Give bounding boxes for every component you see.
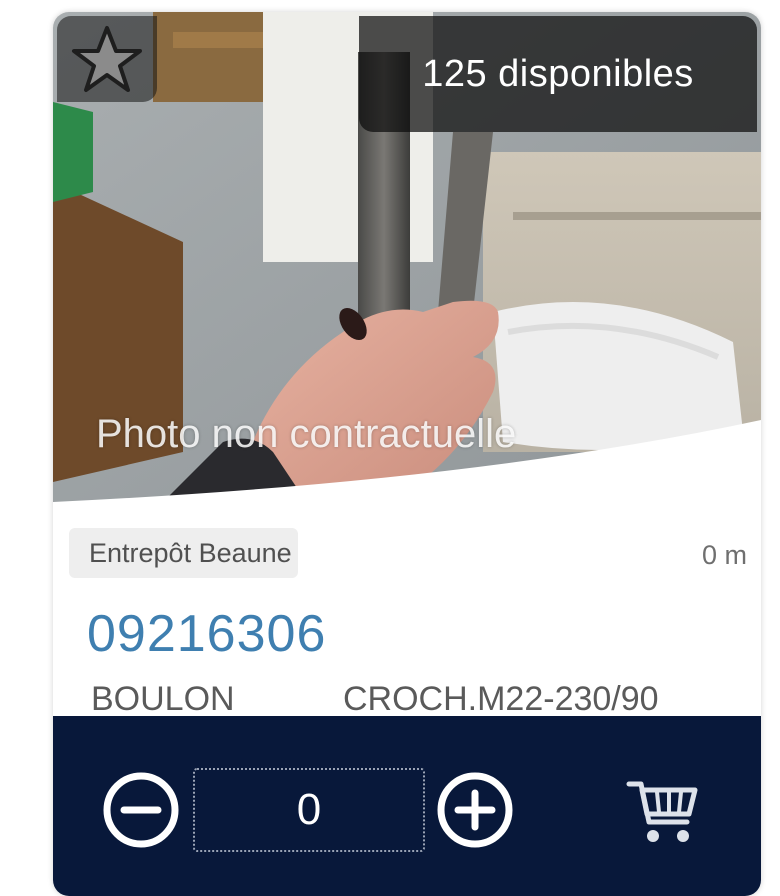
cart-action-bar: [53, 716, 761, 896]
distance-label: 0 m: [701, 540, 747, 570]
location-tag: Entrepôt Beaune: [69, 528, 298, 578]
product-photo[interactable]: 125 disponibles Photo non contractuelle: [53, 12, 761, 512]
product-description-type: BOULON: [91, 680, 235, 718]
star-icon: [72, 26, 142, 92]
stock-badge-label: 125 disponibles: [422, 52, 694, 95]
cart-icon: [626, 781, 698, 842]
decrease-quantity-button[interactable]: [101, 770, 181, 850]
product-info: Entrepôt Beaune 0 m 09216306 BOULON CROC…: [53, 512, 761, 718]
photo-disclaimer: Photo non contractuelle: [96, 412, 517, 456]
stock-badge: 125 disponibles: [359, 16, 757, 132]
minus-circle-icon: [103, 772, 179, 848]
product-description-spec: CROCH.M22-230/90: [343, 680, 659, 718]
product-card: 125 disponibles Photo non contractuelle …: [53, 12, 761, 896]
favorite-button[interactable]: [57, 16, 157, 102]
quantity-input[interactable]: [193, 768, 425, 852]
add-to-cart-button[interactable]: [623, 774, 703, 850]
product-reference-link[interactable]: 09216306: [87, 604, 326, 664]
plus-circle-icon: [437, 772, 513, 848]
increase-quantity-button[interactable]: [435, 770, 515, 850]
